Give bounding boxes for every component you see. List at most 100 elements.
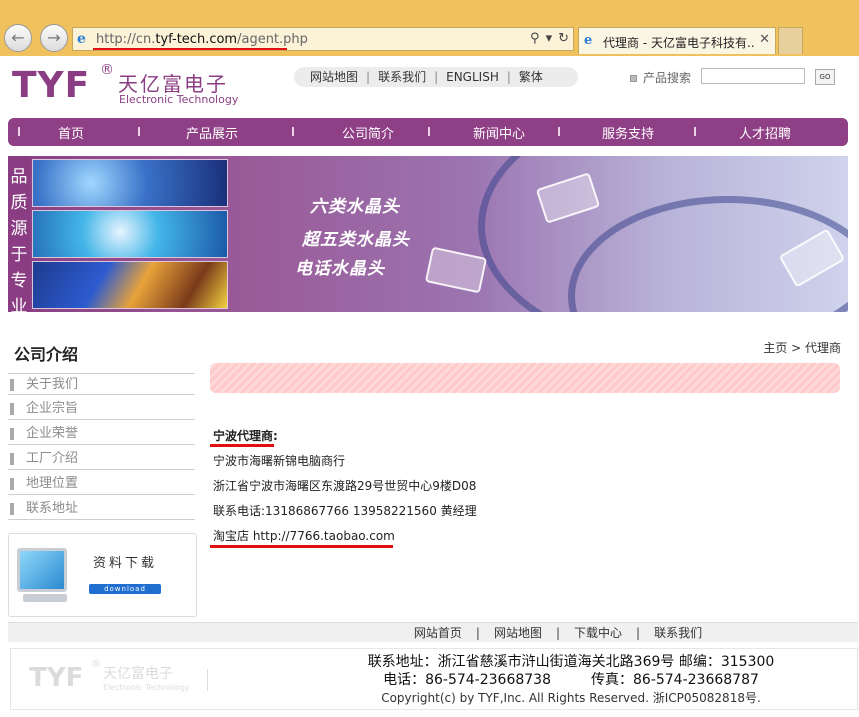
nav-separator	[138, 127, 140, 136]
logo-mark: TYF	[12, 65, 91, 106]
slogan-char: 专	[10, 271, 28, 291]
nav-news[interactable]: 新闻中心	[473, 123, 525, 142]
chevron-down-icon[interactable]: ▾	[546, 31, 553, 46]
sidebar-item-address[interactable]: 联系地址	[8, 498, 195, 520]
download-box[interactable]: 资料下载 download	[8, 533, 197, 617]
browser-tab-active[interactable]: e 代理商 - 天亿富电子科技有... ✕	[578, 27, 776, 54]
address-bar[interactable]: e http://cn.tyf-tech.com/agent.php ⚲ ▾ ↻	[72, 27, 574, 51]
footer-phone-fax: 电话：86-574-23668738 传真：86-574-23668787	[311, 671, 831, 689]
banner-text-cat6: 六类水晶头	[310, 197, 400, 217]
ie-page-icon: e	[584, 33, 593, 48]
nav-about[interactable]: 公司简介	[342, 123, 394, 142]
logo-registered: ®	[100, 62, 114, 78]
nav-products[interactable]: 产品展示	[186, 123, 238, 142]
agent-phone: 联系电话:13186867766 13958221560 黄经理	[213, 504, 477, 518]
hero-banner: 品 质 源 于 专 业 六类水晶头 超五类水晶头 电话水晶头	[8, 156, 848, 312]
search-input[interactable]	[701, 68, 805, 84]
banner-photo-fiber	[32, 159, 228, 207]
search-icon[interactable]: ⚲	[530, 31, 540, 46]
separator: |	[636, 626, 641, 640]
nav-separator	[292, 127, 294, 136]
nav-home[interactable]: 首页	[58, 123, 84, 142]
sidebar-item-honors[interactable]: 企业荣誉	[8, 423, 195, 445]
footer-logo-english-name: Electronic Technology	[103, 683, 190, 692]
bullet-icon	[630, 75, 637, 82]
nav-careers[interactable]: 人才招聘	[739, 123, 791, 142]
slogan-char: 源	[10, 219, 28, 239]
agent-info: 宁波代理商: 宁波市海曙新锦电脑商行 浙江省宁波市海曙区东渡路29号世贸中心9楼…	[213, 426, 833, 551]
toplink-sitemap[interactable]: 网站地图	[310, 67, 358, 87]
slogan-char: 质	[10, 193, 28, 213]
agent-heading: 宁波代理商:	[213, 429, 278, 443]
computer-base-icon	[23, 594, 67, 602]
nav-separator	[694, 127, 696, 136]
separator: |	[506, 70, 511, 84]
footer-address: 联系地址：浙江省慈溪市浒山街道海关北路369号 邮编：315300	[367, 654, 775, 670]
back-arrow-icon[interactable]: ←	[4, 24, 32, 52]
url-text[interactable]: http://cn.tyf-tech.com/agent.php	[96, 32, 308, 47]
footer-fax: 传真：86-574-23668787	[591, 672, 759, 688]
footer-logo: TYF ® 天亿富电子 Electronic Technology	[29, 659, 209, 697]
footer-logo-mark: TYF	[29, 663, 84, 693]
footer-copyright: Copyright(c) by TYF,Inc. All Rights Rese…	[381, 691, 761, 705]
heading-annotation-underline	[210, 444, 274, 447]
slogan-char: 于	[10, 245, 28, 265]
toplink-traditional[interactable]: 繁体	[519, 67, 543, 87]
nav-support[interactable]: 服务支持	[602, 123, 654, 142]
top-links: 网站地图 | 联系我们 | ENGLISH | 繁体	[294, 67, 578, 87]
separator: |	[366, 70, 371, 84]
search-go-button[interactable]: GO	[815, 69, 835, 85]
banner-plug-graphic	[424, 246, 488, 294]
site-logo[interactable]: TYF ® 天亿富电子 Electronic Technology	[12, 62, 242, 106]
sidebar-menu: 关于我们 企业宗旨 企业荣誉 工厂介绍 地理位置 联系地址	[8, 373, 195, 523]
nav-separator	[558, 127, 560, 136]
banner-slogan: 品 质 源 于 专 业	[8, 156, 30, 312]
footer-link-home[interactable]: 网站首页	[414, 626, 462, 640]
sidebar-item-about[interactable]: 关于我们	[8, 373, 195, 395]
product-search: 产品搜索 GO	[630, 68, 835, 86]
new-tab-button[interactable]	[778, 27, 803, 54]
slogan-char: 品	[10, 167, 28, 187]
download-button[interactable]: download	[89, 584, 161, 594]
nav-separator	[18, 127, 20, 136]
sidebar-item-mission[interactable]: 企业宗旨	[8, 398, 195, 420]
link-annotation-underline	[210, 545, 393, 548]
browser-toolbar: ← → e http://cn.tyf-tech.com/agent.php ⚲…	[0, 0, 859, 56]
refresh-icon[interactable]: ↻	[558, 31, 569, 46]
footer-phone: 电话：86-574-23668738	[383, 672, 551, 688]
download-title: 资料下载	[93, 556, 158, 571]
separator: |	[555, 626, 561, 640]
url-annotation-underline	[93, 48, 287, 50]
search-label: 产品搜索	[643, 71, 692, 85]
content-header-bar	[210, 363, 840, 393]
footer-link-contact[interactable]: 联系我们	[654, 626, 702, 640]
footer-divider	[207, 669, 208, 691]
banner-photo-circuit	[32, 261, 228, 309]
banner-text-cat5e: 超五类水晶头	[302, 230, 410, 250]
url-domain: tyf-tech.com	[155, 32, 238, 47]
breadcrumb: 主页 > 代理商	[763, 341, 841, 355]
agent-name: 宁波市海曙新锦电脑商行	[213, 454, 346, 468]
sidebar-title: 公司介绍	[14, 345, 79, 364]
separator: |	[475, 626, 480, 640]
footer-logo-registered: ®	[91, 659, 101, 670]
footer-links: 网站首页 | 网站地图 | 下载中心 | 联系我们	[8, 622, 858, 642]
sidebar-item-factory[interactable]: 工厂介绍	[8, 448, 195, 470]
banner-text-phone: 电话水晶头	[295, 259, 385, 279]
slogan-char: 业	[10, 297, 28, 312]
footer-link-downloads[interactable]: 下载中心	[574, 626, 622, 640]
toplink-english[interactable]: ENGLISH	[446, 67, 499, 87]
footer-contact-info: 联系地址：浙江省慈溪市浒山街道海关北路369号 邮编：315300 电话：86-…	[311, 653, 831, 707]
sidebar-item-location[interactable]: 地理位置	[8, 473, 195, 495]
agent-address: 浙江省宁波市海曙区东渡路29号世贸中心9楼D08	[213, 479, 477, 493]
logo-english-name: Electronic Technology	[119, 93, 239, 106]
ie-page-icon: e	[77, 31, 86, 47]
tab-title: 代理商 - 天亿富电子科技有...	[603, 36, 755, 50]
nav-separator	[428, 127, 430, 136]
forward-arrow-icon[interactable]: →	[40, 24, 68, 52]
close-icon[interactable]: ✕	[759, 32, 770, 47]
main-nav: 首页 产品展示 公司简介 新闻中心 服务支持 人才招聘	[8, 118, 848, 146]
toplink-contact[interactable]: 联系我们	[378, 67, 426, 87]
footer-link-sitemap[interactable]: 网站地图	[494, 626, 542, 640]
banner-photo-connector	[32, 210, 228, 258]
